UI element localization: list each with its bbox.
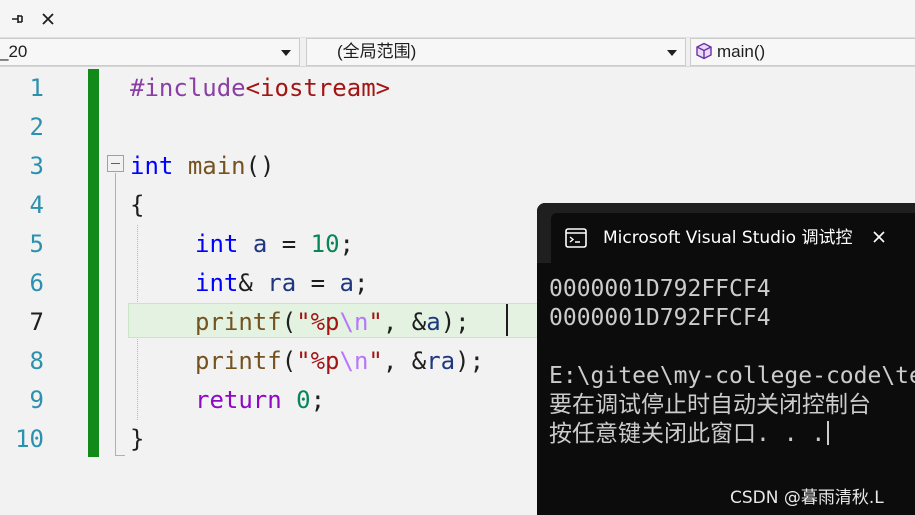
fold-guide [115, 173, 116, 455]
quote: " [296, 347, 311, 375]
close-brace: } [130, 425, 145, 453]
line-number-current: 7 [29, 308, 44, 336]
comma: , [382, 308, 412, 336]
format-specifier: %p [310, 347, 340, 375]
member-dropdown-value: main() [717, 42, 766, 61]
line-number: 1 [29, 74, 44, 102]
console-title: Microsoft Visual Studio 调试控制台 [603, 228, 853, 248]
console-line: 要在调试停止时自动关闭控制台 [549, 392, 871, 418]
line-number: 5 [29, 230, 44, 258]
paren-close: ); [455, 347, 485, 375]
text-caret [506, 304, 508, 336]
close-icon[interactable] [35, 6, 61, 32]
project-dropdown-value: _20 [0, 42, 28, 61]
type-keyword: int [130, 152, 174, 180]
variable: ra [267, 269, 297, 297]
console-line-prompt: 按任意键关闭此窗口. . . [549, 420, 830, 449]
navigation-bar: _20 (全局范围) main() [0, 38, 915, 67]
code-line: { [130, 186, 144, 225]
console-line: 0000001D792FFCF4 [549, 276, 771, 302]
semicolon: ; [353, 269, 369, 297]
quote: " [368, 347, 383, 375]
escape-sequence: \n [339, 347, 369, 375]
line-number: 10 [15, 425, 44, 453]
line-number: 3 [29, 152, 44, 180]
number-literal: 0 [296, 386, 311, 414]
function-name: main [187, 152, 246, 180]
close-icon[interactable] [869, 227, 889, 247]
code-line: int a = 10; [195, 225, 354, 264]
chevron-down-icon [281, 50, 291, 56]
code-line: printf("%p\n", &ra); [195, 342, 484, 381]
pin-icon[interactable] [4, 6, 30, 32]
line-number: 9 [29, 386, 44, 414]
paren-open: ( [281, 347, 297, 375]
code-line: printf("%p\n", &a); [195, 303, 470, 342]
member-dropdown[interactable]: main() [690, 38, 915, 66]
code-line: } [130, 420, 144, 459]
format-specifier: %p [310, 308, 340, 336]
assign: = [296, 269, 340, 297]
address-of: & [411, 347, 427, 375]
quote: " [368, 308, 383, 336]
chevron-down-icon [667, 50, 677, 56]
semicolon: ; [339, 230, 354, 258]
code-line: return 0; [195, 381, 325, 420]
paren-open: ( [281, 308, 297, 336]
address-of: & [411, 308, 427, 336]
angle-close: > [375, 74, 391, 102]
line-number: 6 [29, 269, 44, 297]
change-tracking-bar [88, 69, 99, 457]
assign: = [267, 230, 311, 258]
comma: , [382, 347, 412, 375]
project-dropdown[interactable]: _20 [0, 38, 300, 66]
console-line: 0000001D792FFCF4 [549, 305, 771, 331]
collapse-toggle[interactable] [107, 155, 124, 172]
number-literal: 10 [310, 230, 340, 258]
console-icon [565, 228, 587, 248]
parens: () [245, 152, 275, 180]
function-call: printf [195, 347, 282, 375]
code-line: int& ra = a; [195, 264, 368, 303]
console-titlebar[interactable]: Microsoft Visual Studio 调试控制台 [537, 203, 915, 263]
escape-sequence: \n [339, 308, 369, 336]
line-number: 2 [29, 113, 44, 141]
document-tab-strip [0, 0, 915, 38]
console-line: E:\gitee\my-college-code\test_20 [549, 363, 915, 389]
console-output[interactable]: 0000001D792FFCF4 0000001D792FFCF4 E:\git… [537, 263, 915, 515]
console-tab[interactable]: Microsoft Visual Studio 调试控制台 [551, 213, 915, 263]
semicolon: ; [310, 386, 326, 414]
return-keyword: return [195, 386, 282, 414]
watermark: CSDN @暮雨清秋.L [730, 488, 884, 508]
scope-dropdown-value: (全局范围) [337, 42, 417, 61]
fold-guide-end [115, 455, 125, 456]
include-directive: #include [130, 74, 246, 102]
open-brace: { [130, 191, 145, 219]
variable: a [339, 269, 354, 297]
console-line: 按任意键关闭此窗口. . . [549, 421, 826, 447]
paren-close: ); [440, 308, 470, 336]
type-keyword: int [195, 269, 239, 297]
console-cursor [827, 421, 830, 445]
quote: " [296, 308, 311, 336]
code-line: #include<iostream> [130, 69, 390, 108]
scope-dropdown[interactable]: (全局范围) [306, 38, 686, 66]
type-keyword: int [195, 230, 239, 258]
code-line: int main() [130, 147, 275, 186]
reference-ampersand: & [238, 269, 253, 297]
variable: ra [426, 347, 456, 375]
angle-open: < [245, 74, 261, 102]
debug-console-window[interactable]: Microsoft Visual Studio 调试控制台 0000001D79… [537, 203, 915, 515]
line-number-gutter: 1 2 3 4 5 6 7 8 9 10 [0, 67, 88, 515]
header-name: iostream [260, 74, 376, 102]
variable: a [252, 230, 268, 258]
function-call: printf [195, 308, 282, 336]
cube-icon [696, 42, 712, 60]
variable: a [426, 308, 441, 336]
line-number: 4 [29, 191, 44, 219]
line-number: 8 [29, 347, 44, 375]
